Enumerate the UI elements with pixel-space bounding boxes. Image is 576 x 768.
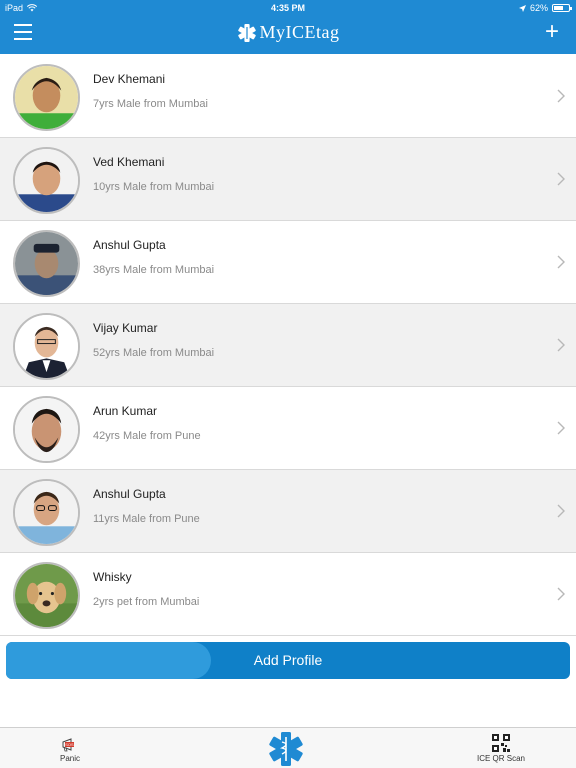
chevron-right-icon [557, 338, 565, 352]
profile-detail: 52yrs Male from Mumbai [93, 347, 215, 359]
app-logo: MyICEtag [0, 22, 576, 43]
add-profile-label: Add Profile [253, 652, 323, 668]
avatar [13, 479, 80, 546]
profile-detail: 42yrs Male from Pune [93, 430, 201, 442]
logo-text: MyICEtag [259, 22, 340, 42]
add-profile-button[interactable]: Add Profile [6, 642, 570, 679]
avatar [13, 64, 80, 131]
profile-row[interactable]: Vijay Kumar 52yrs Male from Mumbai [0, 304, 576, 387]
chevron-right-icon [557, 421, 565, 435]
tab-ice-qr-scan[interactable]: ICE QR Scan [474, 728, 528, 768]
profile-name: Anshul Gupta [93, 238, 166, 252]
star-of-life-icon [269, 732, 303, 766]
profile-detail: 7yrs Male from Mumbai [93, 98, 208, 110]
plus-icon[interactable]: + [542, 20, 562, 44]
profile-detail: 2yrs pet from Mumbai [93, 596, 200, 608]
profile-name: Vijay Kumar [93, 321, 158, 335]
profile-name: Anshul Gupta [93, 487, 166, 501]
avatar [13, 396, 80, 463]
avatar [13, 230, 80, 297]
profile-name: Whisky [93, 570, 132, 584]
chevron-right-icon [557, 587, 565, 601]
profile-name: Arun Kumar [93, 404, 158, 418]
chevron-right-icon [557, 504, 565, 518]
chevron-right-icon [557, 255, 565, 269]
profile-name: Ved Khemani [93, 155, 165, 169]
avatar [13, 147, 80, 214]
chevron-right-icon [557, 172, 565, 186]
tab-panic-label: Panic [59, 754, 80, 763]
avatar [13, 562, 80, 629]
avatar [13, 313, 80, 380]
battery-percent: 62% [529, 3, 548, 13]
status-bar: iPad 4:35 PM 62% [0, 0, 576, 16]
star-of-life-icon [237, 23, 256, 42]
profile-row[interactable]: Whisky 2yrs pet from Mumbai [0, 553, 576, 636]
profile-list: Dev Khemani 7yrs Male from Mumbai Ved Kh… [0, 55, 576, 636]
megaphone-sos-icon: SOS [62, 738, 74, 752]
chevron-right-icon [557, 89, 565, 103]
profile-detail: 11yrs Male from Pune [93, 513, 200, 525]
status-time: 4:35 PM [270, 3, 305, 13]
location-arrow-icon [518, 4, 526, 12]
nav-bar: MyICEtag + [0, 16, 576, 54]
tab-home[interactable] [266, 728, 306, 768]
tab-scan-label: ICE QR Scan [476, 754, 525, 763]
profile-row[interactable]: Anshul Gupta 38yrs Male from Mumbai [0, 221, 576, 304]
profile-detail: 38yrs Male from Mumbai [93, 264, 215, 276]
tab-panic[interactable]: SOS Panic [52, 728, 88, 768]
profile-detail: 10yrs Male from Mumbai [93, 181, 215, 193]
profile-row[interactable]: Ved Khemani 10yrs Male from Mumbai [0, 138, 576, 221]
profile-name: Dev Khemani [93, 72, 166, 86]
app-screen: iPad 4:35 PM 62% MyICEtag + Dev Khemani … [0, 0, 576, 768]
tab-bar: SOS Panic ICE QR Scan [0, 727, 576, 768]
qr-code-icon [492, 734, 510, 752]
profile-row[interactable]: Arun Kumar 42yrs Male from Pune [0, 387, 576, 470]
profile-row[interactable]: Dev Khemani 7yrs Male from Mumbai [0, 55, 576, 138]
battery-icon [552, 4, 572, 12]
svg-text:SOS: SOS [65, 742, 74, 747]
profile-row[interactable]: Anshul Gupta 11yrs Male from Pune [0, 470, 576, 553]
